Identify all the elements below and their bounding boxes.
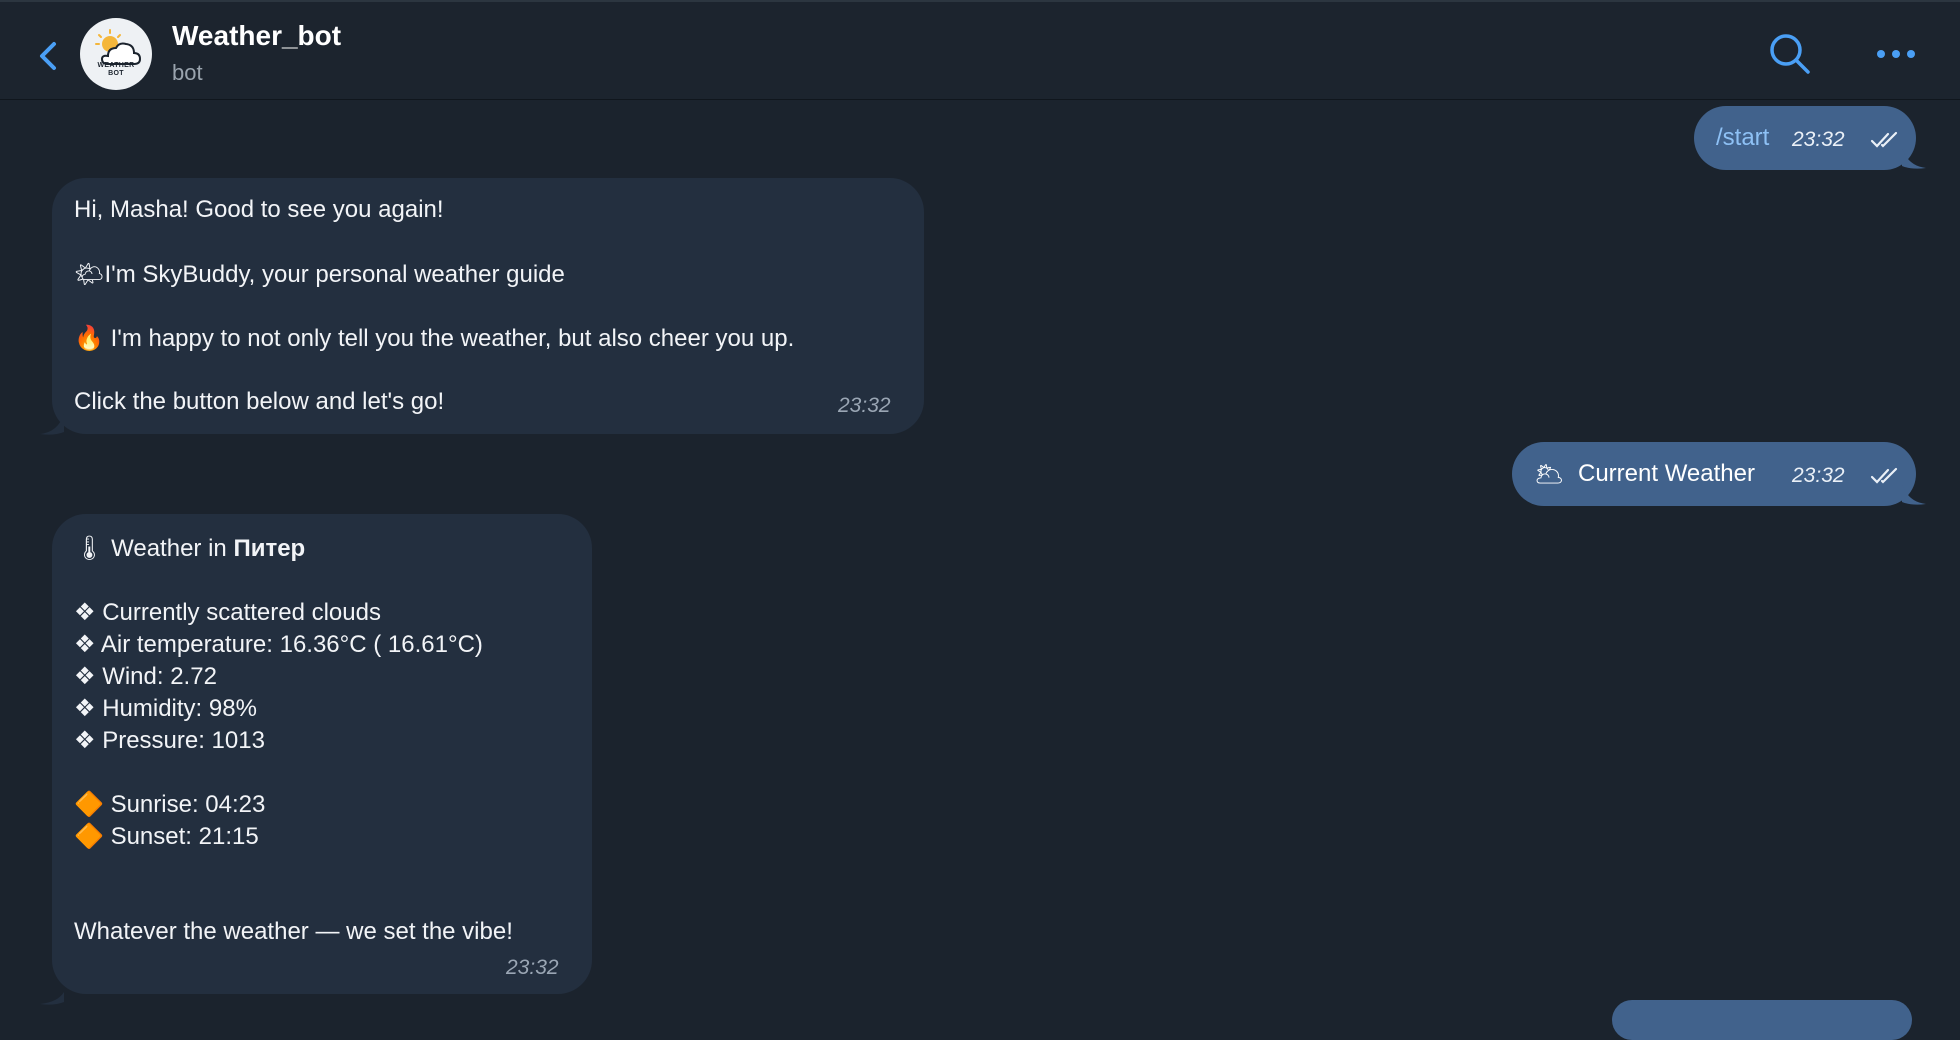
bullet-icon: ❖ — [74, 727, 96, 754]
fire-icon: 🔥 — [74, 324, 104, 352]
sun-cloud-icon: 🌤 — [74, 260, 105, 288]
message-line: 🔥 I'm happy to not only tell you the wea… — [74, 324, 795, 352]
more-options-button[interactable] — [1874, 42, 1918, 66]
ellipsis-icon — [1877, 50, 1915, 58]
message-line: 🌤I'm SkyBuddy, your personal weather gui… — [74, 260, 565, 288]
message-line: Click the button below and let's go! — [74, 388, 445, 415]
message-line: Hi, Masha! Good to see you again! — [74, 196, 444, 223]
report-footer: Whatever the weather — we set the vibe! — [74, 918, 513, 945]
chat-header: WEATHER BOT Weather_bot bot — [0, 0, 1960, 100]
bullet-icon: ❖ — [74, 599, 96, 626]
search-button[interactable] — [1766, 30, 1814, 78]
bubble-tail — [1902, 148, 1926, 169]
report-item: ❖ Humidity: 98% — [74, 695, 257, 722]
chat-title[interactable]: Weather_bot — [172, 20, 341, 52]
bullet-icon: ❖ — [74, 631, 96, 658]
bubble-tail — [40, 992, 64, 1005]
report-item: ❖ Pressure: 1013 — [74, 727, 265, 754]
back-button[interactable] — [30, 30, 66, 78]
double-check-icon — [1870, 467, 1898, 484]
message-text: Current Weather — [1578, 460, 1755, 487]
sunset-line: 🔶 Sunset: 21:15 — [74, 822, 259, 850]
orange-diamond-icon: 🔶 — [74, 790, 104, 818]
thermometer-icon: 🌡 — [74, 534, 105, 562]
bubble-tail — [40, 414, 64, 435]
bullet-icon: ❖ — [74, 695, 96, 722]
command-link[interactable]: /start — [1716, 124, 1769, 152]
avatar-label: WEATHER BOT — [97, 62, 135, 77]
report-item: ❖ Air temperature: 16.36°C ( 16.61°C) — [74, 631, 483, 658]
incoming-message-weather-report[interactable]: 🌡 Weather in Питер ❖ Currently scattered… — [52, 514, 592, 994]
city-name: Питер — [233, 535, 306, 562]
outgoing-message-current-weather[interactable]: 🌥 Current Weather 23:32 — [1512, 442, 1916, 506]
chevron-left-icon — [40, 42, 56, 70]
orange-diamond-icon: 🔶 — [74, 822, 104, 850]
bullet-icon: ❖ — [74, 663, 96, 690]
search-icon — [1770, 34, 1810, 74]
double-check-icon — [1870, 131, 1898, 148]
report-item: ❖ Currently scattered clouds — [74, 599, 381, 626]
chat-subtitle: bot — [172, 60, 203, 85]
message-time: 23:32 — [1792, 464, 1845, 487]
message-time: 23:32 — [838, 394, 891, 417]
cloud-sun-icon: 🌥 — [1534, 460, 1565, 488]
outgoing-message-partial[interactable] — [1612, 1000, 1912, 1040]
sunrise-line: 🔶 Sunrise: 04:23 — [74, 790, 266, 818]
avatar[interactable]: WEATHER BOT — [80, 18, 152, 90]
incoming-message-greeting[interactable]: Hi, Masha! Good to see you again! 🌤I'm S… — [52, 178, 924, 434]
report-item: ❖ Wind: 2.72 — [74, 663, 217, 690]
outgoing-message-start[interactable]: /start 23:32 — [1694, 106, 1916, 170]
message-time: 23:32 — [506, 956, 559, 979]
weather-logo-icon — [95, 29, 142, 65]
report-title: 🌡 Weather in Питер — [74, 534, 306, 562]
message-time: 23:32 — [1792, 128, 1845, 151]
bubble-tail — [1902, 484, 1926, 505]
